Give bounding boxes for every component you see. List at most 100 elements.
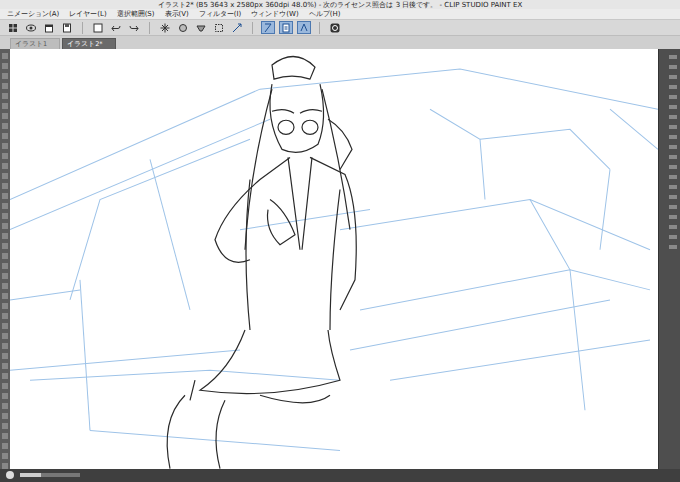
panel-mark [669, 165, 677, 169]
toolbar-button-icon[interactable] [158, 21, 172, 34]
tool-strip-mark [2, 293, 8, 299]
toolbar-button-icon[interactable] [60, 21, 74, 34]
tool-strip-mark [2, 233, 8, 239]
toolbar-button-icon[interactable] [127, 21, 141, 34]
tool-strip-mark [2, 343, 8, 349]
toolbar-separator [82, 22, 83, 34]
panel-mark [669, 185, 677, 189]
toolbar [0, 20, 680, 36]
tool-strip [0, 49, 10, 469]
tool-strip-mark [2, 393, 8, 399]
tool-strip-mark [2, 183, 8, 189]
panel-mark [669, 195, 677, 199]
panel-mark [669, 155, 677, 159]
tool-strip-mark [2, 283, 8, 289]
window-title: イラスト2* (B5 3643 x 2580px 360dpi 48.0%) -… [158, 1, 523, 9]
tool-strip-mark [2, 333, 8, 339]
menu-bar: ニメーション(A)レイヤー(L)選択範囲(S)表示(V)フィルター(I)ウィンド… [0, 9, 680, 20]
panel-mark [669, 75, 677, 79]
toolbar-button-icon[interactable] [24, 21, 38, 34]
drawing-canvas[interactable] [10, 49, 658, 469]
tool-strip-mark [2, 403, 8, 409]
menu-item[interactable]: レイヤー(L) [64, 9, 111, 19]
tool-strip-mark [2, 303, 8, 309]
panel-mark [669, 95, 677, 99]
menu-item[interactable]: ヘルプ(H) [304, 9, 346, 19]
panel-mark [669, 115, 677, 119]
panel-mark [669, 245, 677, 249]
tool-strip-mark [2, 193, 8, 199]
toolbar-button-icon[interactable] [176, 21, 190, 34]
menu-item[interactable]: フィルター(I) [194, 9, 247, 19]
panel-mark [669, 65, 677, 69]
panel-mark [669, 205, 677, 209]
tool-strip-mark [2, 213, 8, 219]
toolbar-button-icon[interactable] [328, 21, 342, 34]
tool-strip-mark [2, 413, 8, 419]
tool-strip-mark [2, 423, 8, 429]
document-tabs: イラスト1 イラスト2* [0, 36, 680, 49]
side-panel [658, 49, 680, 469]
tool-strip-mark [2, 53, 8, 59]
panel-mark [669, 125, 677, 129]
toolbar-separator [252, 22, 253, 34]
tool-strip-mark [2, 163, 8, 169]
tool-strip-mark [2, 363, 8, 369]
tool-strip-mark [2, 143, 8, 149]
panel-mark [669, 85, 677, 89]
tool-strip-mark [2, 73, 8, 79]
tool-strip-mark [2, 353, 8, 359]
toolbar-button-icon[interactable] [42, 21, 56, 34]
menu-item[interactable]: 表示(V) [160, 9, 194, 19]
menu-item[interactable]: ニメーション(A) [2, 9, 64, 19]
document-tab[interactable]: イラスト1 [10, 38, 60, 49]
menu-item[interactable]: ウィンドウ(W) [246, 9, 303, 19]
tool-strip-mark [2, 133, 8, 139]
tool-strip-mark [2, 173, 8, 179]
tool-strip-mark [2, 93, 8, 99]
tool-strip-mark [2, 113, 8, 119]
tool-strip-mark [2, 83, 8, 89]
app-window: イラスト2* (B5 3643 x 2580px 360dpi 48.0%) -… [0, 0, 680, 482]
toolbar-button-icon[interactable] [194, 21, 208, 34]
panel-mark [669, 135, 677, 139]
toolbar-button-icon[interactable] [261, 21, 275, 34]
panel-mark [669, 175, 677, 179]
tool-strip-mark [2, 253, 8, 259]
toolbar-button-icon[interactable] [297, 21, 311, 34]
menu-item[interactable]: 選択範囲(S) [112, 9, 160, 19]
tab-label: イラスト1 [15, 40, 47, 48]
zoom-knob-icon[interactable] [6, 471, 14, 479]
tool-strip-mark [2, 323, 8, 329]
workspace [0, 49, 680, 469]
tool-strip-mark [2, 123, 8, 129]
panel-mark [669, 215, 677, 219]
toolbar-button-icon[interactable] [212, 21, 226, 34]
toolbar-separator [319, 22, 320, 34]
status-bar [0, 469, 680, 482]
panel-mark [669, 235, 677, 239]
tool-strip-mark [2, 263, 8, 269]
tool-strip-mark [2, 373, 8, 379]
toolbar-button-icon[interactable] [279, 21, 293, 34]
zoom-slider[interactable] [20, 473, 80, 477]
panel-mark [669, 105, 677, 109]
document-tab[interactable]: イラスト2* [62, 38, 115, 49]
tool-strip-mark [2, 203, 8, 209]
tool-strip-mark [2, 153, 8, 159]
toolbar-button-icon[interactable] [91, 21, 105, 34]
tool-strip-mark [2, 63, 8, 69]
toolbar-button-icon[interactable] [109, 21, 123, 34]
tool-strip-mark [2, 453, 8, 459]
title-bar: イラスト2* (B5 3643 x 2580px 360dpi 48.0%) -… [0, 0, 680, 9]
tool-strip-mark [2, 313, 8, 319]
sketch-artwork [10, 49, 658, 469]
zoom-slider-fill [20, 473, 41, 477]
tool-strip-mark [2, 443, 8, 449]
toolbar-button-icon[interactable] [230, 21, 244, 34]
tool-strip-mark [2, 273, 8, 279]
toolbar-button-icon[interactable] [6, 21, 20, 34]
tool-strip-mark [2, 223, 8, 229]
panel-mark [669, 225, 677, 229]
toolbar-separator [149, 22, 150, 34]
